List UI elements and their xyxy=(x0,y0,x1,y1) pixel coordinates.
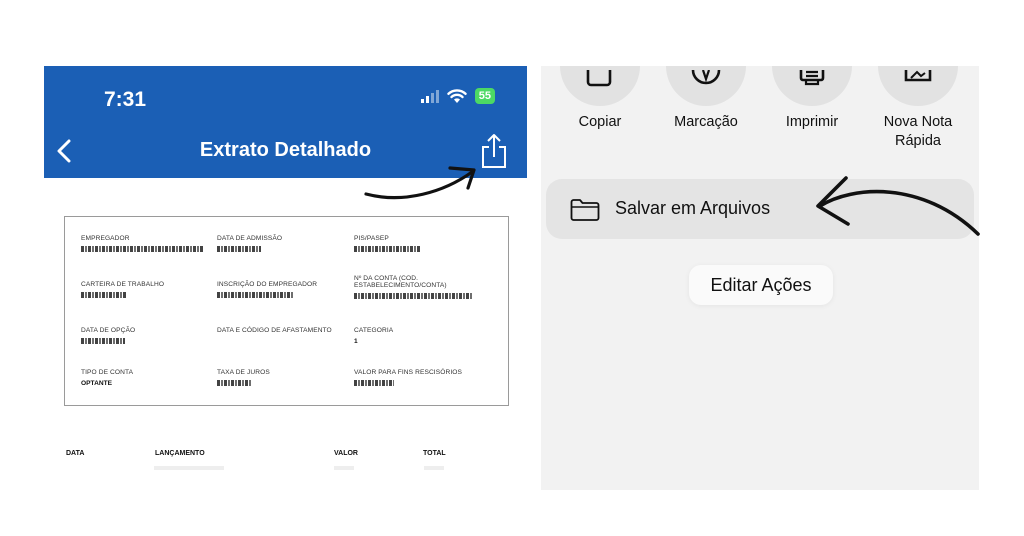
field-inscricao-empregador: INSCRIÇÃO DO EMPREGADOR xyxy=(217,281,347,298)
field-pis-pasep: PIS/PASEP xyxy=(354,235,494,252)
nav-header: 7:31 55 Extrato Detalhado xyxy=(44,66,527,178)
field-data-afastamento: DATA E CÓDIGO DE AFASTAMENTO xyxy=(217,327,332,334)
table-row xyxy=(334,466,354,470)
markup-icon xyxy=(691,70,721,85)
wifi-icon xyxy=(447,88,467,103)
field-valor-rescisorios: VALOR PARA FINS RESCISÓRIOS xyxy=(354,369,494,386)
signal-icon xyxy=(420,89,439,103)
battery-indicator: 55 xyxy=(474,88,495,104)
col-valor: VALOR xyxy=(334,450,358,457)
print-icon xyxy=(799,70,825,86)
status-icons: 55 xyxy=(420,88,495,104)
save-to-files-label: Salvar em Arquivos xyxy=(615,198,771,218)
field-tipo-conta: TIPO DE CONTA OPTANTE xyxy=(81,369,134,387)
edit-actions-button[interactable]: Editar Ações xyxy=(689,265,833,305)
field-data-opcao: DATA DE OPÇÃO xyxy=(81,327,211,344)
quick-note-icon xyxy=(904,70,932,82)
page-title: Extrato Detalhado xyxy=(199,139,372,161)
copy-icon xyxy=(586,70,612,87)
field-categoria: CATEGORIA 1 xyxy=(354,327,394,345)
col-data: DATA xyxy=(66,450,85,457)
col-total: TOTAL xyxy=(423,450,446,457)
field-data-admissao: DATA DE ADMISSÃO xyxy=(217,235,337,252)
field-empregador: EMPREGADOR xyxy=(81,235,211,252)
table-row xyxy=(424,466,444,470)
field-carteira-trabalho: CARTEIRA DE TRABALHO xyxy=(81,281,211,298)
field-numero-conta: Nº DA CONTA (COD. ESTABELECIMENTO/CONTA) xyxy=(354,275,494,299)
annotation-arrow-icon xyxy=(364,166,476,200)
annotation-arrow-icon xyxy=(816,176,980,236)
account-details-card: EMPREGADOR DATA DE ADMISSÃO PIS/PASEP CA… xyxy=(64,216,509,406)
extrato-screen: 7:31 55 Extrato Detalhado EMPREGADOR DAT… xyxy=(44,66,527,472)
folder-icon xyxy=(570,199,600,221)
field-taxa-juros: TAXA DE JUROS xyxy=(217,369,347,386)
status-time: 7:31 xyxy=(104,88,147,111)
share-sheet: Copiar Marcação Imprimir Nova Nota Rápid… xyxy=(541,66,979,490)
col-lancamento: LANÇAMENTO xyxy=(155,450,205,457)
share-icon xyxy=(482,134,506,168)
share-button[interactable] xyxy=(479,132,509,170)
table-row xyxy=(154,466,224,470)
